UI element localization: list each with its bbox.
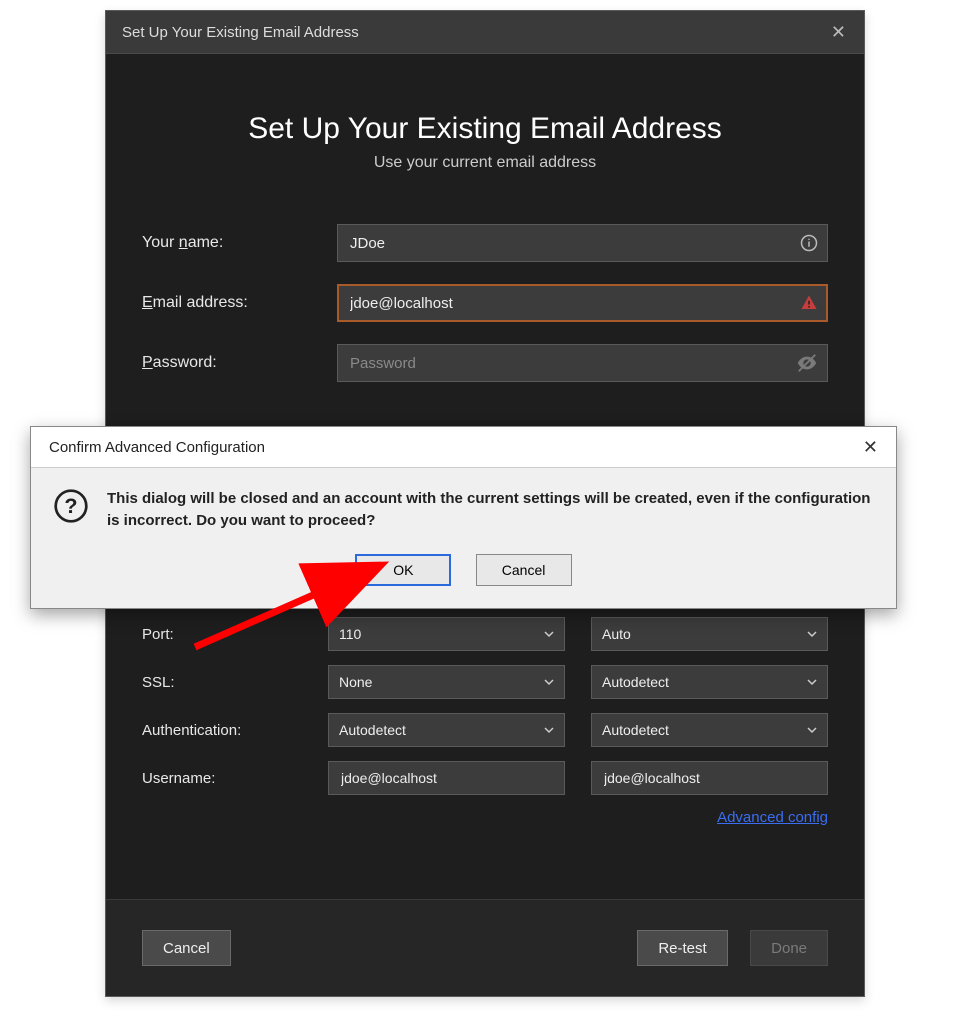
- chevron-down-icon: [544, 725, 554, 735]
- footer-bar: Cancel Re-test Done: [106, 899, 864, 996]
- warning-icon: [800, 294, 818, 312]
- page-heading: Set Up Your Existing Email Address: [142, 112, 828, 146]
- name-input[interactable]: [337, 224, 828, 262]
- email-input[interactable]: [337, 284, 828, 322]
- confirm-advanced-dialog: Confirm Advanced Configuration ✕ ? This …: [30, 426, 897, 609]
- row-name: Your name:: [142, 224, 828, 262]
- popup-title-text: Confirm Advanced Configuration: [49, 439, 265, 456]
- label-port: Port:: [142, 626, 302, 643]
- ok-button[interactable]: OK: [355, 554, 451, 586]
- outgoing-auth-select[interactable]: Autodetect: [591, 713, 828, 747]
- row-email: Email address:: [142, 284, 828, 322]
- svg-text:?: ?: [64, 493, 77, 518]
- window-title: Set Up Your Existing Email Address: [122, 24, 359, 41]
- incoming-auth-select[interactable]: Autodetect: [328, 713, 565, 747]
- outgoing-ssl-select[interactable]: Autodetect: [591, 665, 828, 699]
- outgoing-port-select[interactable]: Auto: [591, 617, 828, 651]
- done-button[interactable]: Done: [750, 930, 828, 966]
- eye-slash-icon[interactable]: [796, 352, 818, 374]
- label-name: Your name:: [142, 234, 337, 252]
- password-input[interactable]: [337, 344, 828, 382]
- incoming-ssl-select[interactable]: None: [328, 665, 565, 699]
- close-icon[interactable]: ✕: [827, 18, 850, 47]
- info-icon[interactable]: [800, 234, 818, 252]
- question-icon: ?: [53, 488, 89, 524]
- incoming-port-select[interactable]: 110: [328, 617, 565, 651]
- chevron-down-icon: [807, 629, 817, 639]
- chevron-down-icon: [807, 677, 817, 687]
- label-auth: Authentication:: [142, 722, 302, 739]
- incoming-username-input[interactable]: [328, 761, 565, 795]
- advanced-config-link[interactable]: Advanced config: [717, 809, 828, 826]
- popup-titlebar: Confirm Advanced Configuration ✕: [31, 427, 896, 468]
- label-email: Email address:: [142, 294, 337, 312]
- popup-message: This dialog will be closed and an accoun…: [107, 488, 874, 532]
- label-ssl: SSL:: [142, 674, 302, 691]
- outgoing-username-input[interactable]: [591, 761, 828, 795]
- label-password: Password:: [142, 354, 337, 372]
- popup-cancel-button[interactable]: Cancel: [476, 554, 572, 586]
- chevron-down-icon: [544, 629, 554, 639]
- chevron-down-icon: [544, 677, 554, 687]
- close-icon[interactable]: ✕: [859, 433, 882, 462]
- cancel-button[interactable]: Cancel: [142, 930, 231, 966]
- titlebar: Set Up Your Existing Email Address ✕: [106, 11, 864, 54]
- popup-body: ? This dialog will be closed and an acco…: [31, 468, 896, 542]
- popup-button-row: OK Cancel: [31, 542, 896, 608]
- chevron-down-icon: [807, 725, 817, 735]
- page-subheading: Use your current email address: [142, 154, 828, 172]
- row-password: Password:: [142, 344, 828, 382]
- label-username: Username:: [142, 770, 302, 787]
- retest-button[interactable]: Re-test: [637, 930, 727, 966]
